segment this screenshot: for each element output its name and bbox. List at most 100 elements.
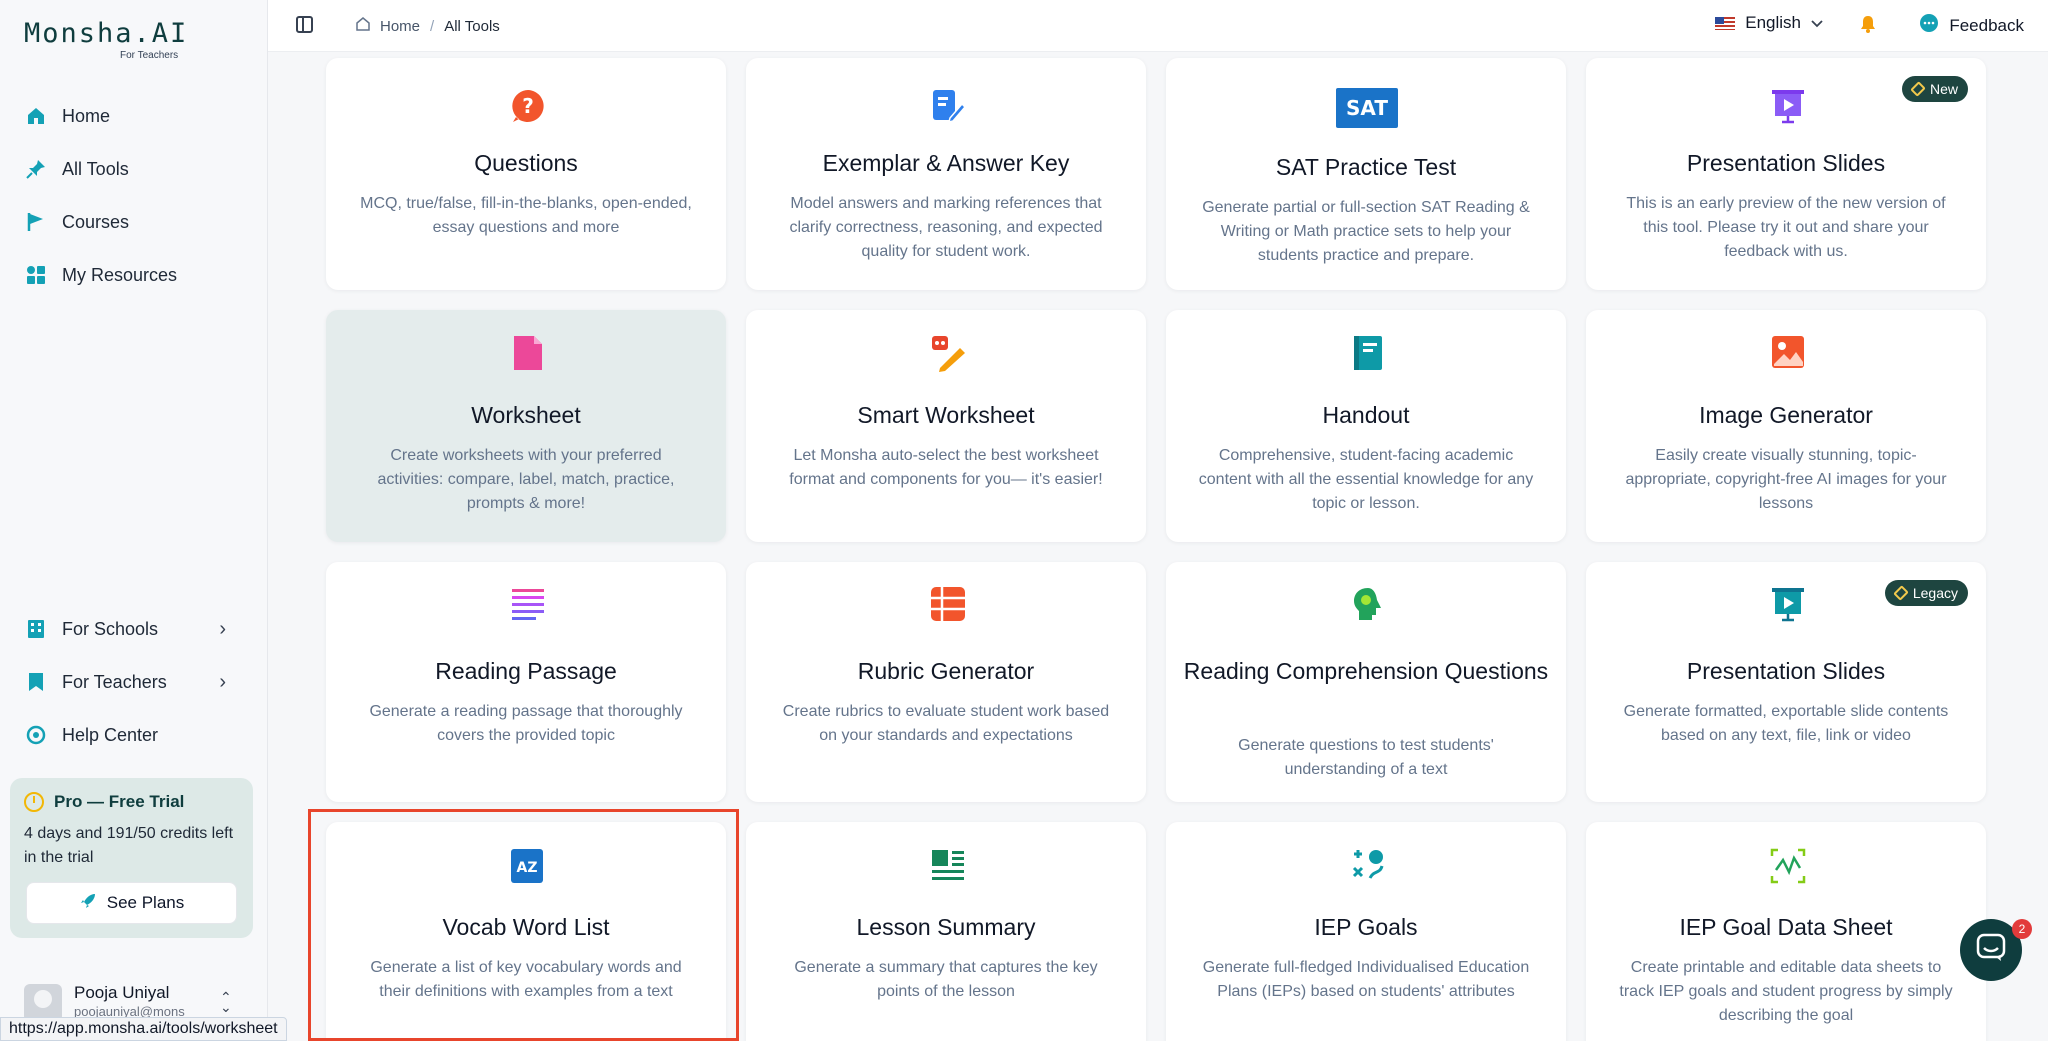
tool-card-questions[interactable]: ? Questions MCQ, true/false, fill-in-the… xyxy=(326,58,726,290)
language-select[interactable]: English xyxy=(1715,13,1823,33)
language-label: English xyxy=(1745,13,1801,32)
building-icon xyxy=(24,617,48,641)
sidebar-item-my-resources[interactable]: My Resources xyxy=(24,255,177,295)
sidebar-item-for-teachers[interactable]: For Teachers › xyxy=(24,662,248,702)
sidebar-item-label: For Teachers xyxy=(62,671,167,692)
tool-title: Reading Comprehension Questions xyxy=(1183,658,1549,684)
tool-description: Generate formatted, exportable slide con… xyxy=(1623,703,1949,744)
sidebar-item-label: Help Center xyxy=(62,724,159,745)
tool-title: IEP Goals xyxy=(1314,914,1418,940)
tool-card-presentation-slides-new[interactable]: New Presentation Slides This is an early… xyxy=(1586,58,1986,290)
tool-title: Rubric Generator xyxy=(857,658,1035,684)
tool-card-handout[interactable]: Handout Comprehensive, student-facing ac… xyxy=(1166,310,1566,542)
sidebar-item-help-center[interactable]: Help Center xyxy=(24,715,158,755)
presentation-legacy-icon xyxy=(1770,586,1804,622)
rubric-icon xyxy=(930,586,965,621)
summary-icon xyxy=(930,848,964,880)
tool-title: Image Generator xyxy=(1699,402,1873,428)
tool-description: Model answers and marking references tha… xyxy=(789,195,1103,260)
sidebar-item-courses[interactable]: Courses xyxy=(24,202,129,242)
chevron-down-icon xyxy=(1811,13,1823,33)
sidebar-item-label: Courses xyxy=(62,211,130,232)
tool-card-sat[interactable]: SAT SAT Practice Test Generate partial o… xyxy=(1166,58,1566,290)
brain-icon xyxy=(1350,586,1382,620)
rocket-icon xyxy=(79,892,97,915)
tool-description: Generate partial or full-section SAT Rea… xyxy=(1202,199,1530,264)
trial-text: 4 days and 191/50 credits left in the tr… xyxy=(24,825,234,866)
tool-title: IEP Goal Data Sheet xyxy=(1679,914,1893,940)
tool-title: Worksheet xyxy=(471,402,581,428)
tool-description: Generate a list of key vocabulary words … xyxy=(370,959,682,1000)
tool-description: Generate full-fledged Individualised Edu… xyxy=(1202,959,1530,1000)
iep-goals-icon xyxy=(1350,848,1384,880)
tool-card-smart-worksheet[interactable]: Smart Worksheet Let Monsha auto-select t… xyxy=(746,310,1146,542)
sidebar-item-label: For Schools xyxy=(62,618,159,639)
tag-icon xyxy=(1893,585,1909,601)
chat-icon xyxy=(1976,933,2006,968)
tool-description: This is an early preview of the new vers… xyxy=(1626,195,1946,260)
tool-description: Let Monsha auto-select the best workshee… xyxy=(789,447,1103,488)
tool-title: Reading Passage xyxy=(435,658,617,684)
tool-card-rubric-generator[interactable]: Rubric Generator Create rubrics to evalu… xyxy=(746,562,1146,802)
new-badge: New xyxy=(1901,76,1968,102)
tool-card-reading-comprehension[interactable]: Reading Comprehension Questions Generate… xyxy=(1166,562,1566,802)
question-icon: ? xyxy=(510,88,544,122)
tool-title: Presentation Slides xyxy=(1686,658,1886,684)
tool-title: Lesson Summary xyxy=(856,914,1036,940)
tool-title: Questions xyxy=(474,150,578,176)
svg-text:?: ? xyxy=(522,94,534,118)
tool-title: Presentation Slides xyxy=(1686,150,1886,176)
sidebar-item-home[interactable]: Home xyxy=(24,96,110,136)
breadcrumb-home[interactable]: Home xyxy=(380,18,420,35)
tool-description: Generate questions to test students' und… xyxy=(1238,737,1494,778)
chevron-right-icon: › xyxy=(219,670,226,693)
smart-worksheet-icon xyxy=(930,334,965,372)
us-flag-icon xyxy=(1715,16,1736,30)
tool-card-exemplar[interactable]: Exemplar & Answer Key Model answers and … xyxy=(746,58,1146,290)
sidebar: Monsha.AI For Teachers Home All Tools Co… xyxy=(0,0,268,1041)
resources-icon xyxy=(24,263,48,287)
tool-description: MCQ, true/false, fill-in-the-blanks, ope… xyxy=(360,195,692,236)
see-plans-button[interactable]: See Plans xyxy=(26,882,237,924)
tool-title: Vocab Word List xyxy=(442,914,610,940)
tag-icon xyxy=(1910,81,1926,97)
worksheet-icon xyxy=(510,334,542,370)
vocab-icon: AZ xyxy=(510,848,543,883)
tool-description: Create rubrics to evaluate student work … xyxy=(782,703,1110,744)
tool-card-image-generator[interactable]: Image Generator Easily create visually s… xyxy=(1586,310,1986,542)
logo-subtitle: For Teachers xyxy=(120,50,179,61)
bookmark-icon xyxy=(24,670,48,694)
chevron-right-icon: › xyxy=(219,617,226,640)
bell-icon[interactable] xyxy=(1860,15,1876,33)
tool-card-iep-goal-data-sheet[interactable]: IEP Goal Data Sheet Create printable and… xyxy=(1586,822,1986,1041)
tool-description: Create worksheets with your preferred ac… xyxy=(377,447,675,512)
tool-card-lesson-summary[interactable]: Lesson Summary Generate a summary that c… xyxy=(746,822,1146,1041)
sat-icon: SAT xyxy=(1336,88,1398,128)
sidebar-item-all-tools[interactable]: All Tools xyxy=(24,149,129,189)
see-plans-label: See Plans xyxy=(106,893,185,912)
clock-icon xyxy=(24,792,44,812)
trial-panel: Pro — Free Trial 4 days and 191/50 credi… xyxy=(10,778,253,938)
home-icon xyxy=(24,104,48,128)
trial-title: Pro — Free Trial xyxy=(54,792,185,811)
tool-card-vocab-word-list[interactable]: AZ Vocab Word List Generate a list of ke… xyxy=(326,822,726,1041)
chat-bubble-icon xyxy=(1919,13,1939,38)
tool-card-iep-goals[interactable]: IEP Goals Generate full-fledged Individu… xyxy=(1166,822,1566,1041)
tool-card-worksheet[interactable]: Worksheet Create worksheets with your pr… xyxy=(326,310,726,542)
tool-description: Generate a reading passage that thorough… xyxy=(369,703,683,744)
chat-unread-badge: 2 xyxy=(2012,919,2032,939)
user-menu[interactable]: Pooja Uniyal poojauniyal@mons ⌃ ⌄ xyxy=(24,980,244,1022)
sidebar-item-for-schools[interactable]: For Schools › xyxy=(24,609,248,649)
feedback-button[interactable]: Feedback xyxy=(1919,13,2024,38)
svg-text:AZ: AZ xyxy=(517,860,538,876)
tool-description: Easily create visually stunning, topic-a… xyxy=(1625,447,1947,512)
tool-card-reading-passage[interactable]: Reading Passage Generate a reading passa… xyxy=(326,562,726,802)
home-small-icon[interactable] xyxy=(356,17,370,35)
logo[interactable]: Monsha.AI For Teachers xyxy=(24,18,188,61)
top-bar: Home / All Tools English Feedback xyxy=(268,0,2048,52)
sidebar-item-label: My Resources xyxy=(62,264,178,285)
tool-card-presentation-slides-legacy[interactable]: Legacy Presentation Slides Generate form… xyxy=(1586,562,1986,802)
handout-icon xyxy=(1350,334,1382,370)
sidebar-toggle-icon[interactable] xyxy=(296,16,313,33)
pin-icon xyxy=(24,157,48,181)
